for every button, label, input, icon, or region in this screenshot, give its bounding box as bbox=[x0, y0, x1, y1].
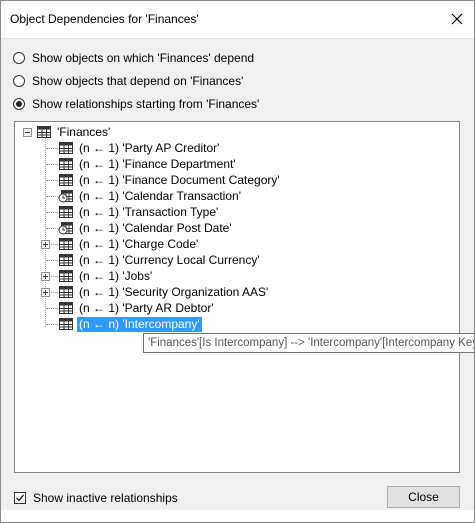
show-inactive-checkbox-row[interactable]: Show inactive relationships bbox=[14, 491, 178, 505]
collapse-toggle-icon[interactable] bbox=[23, 127, 32, 137]
show-inactive-checkbox[interactable] bbox=[14, 492, 26, 504]
relationship-tooltip: 'Finances'[Is Intercompany] --> 'Interco… bbox=[143, 333, 474, 353]
tree-item-label: (n ← n) 'Intercompany' bbox=[77, 316, 202, 332]
title-bar: Object Dependencies for 'Finances' bbox=[1, 1, 474, 39]
table-icon bbox=[58, 285, 74, 299]
tree-item[interactable]: (n ← 1) 'Charge Code' bbox=[58, 236, 200, 252]
relationship-tree[interactable]: 'Finances' (n ← 1) 'Party AP Creditor' (n… bbox=[14, 121, 460, 473]
tree-item-label: (n ← 1) 'Party AR Debtor' bbox=[79, 300, 214, 315]
table-icon bbox=[36, 125, 52, 139]
radio-label: Show relationships starting from 'Financ… bbox=[32, 97, 260, 111]
radio-show-depend-on[interactable]: Show objects on which 'Finances' depend bbox=[13, 49, 254, 67]
tree-connector bbox=[46, 212, 58, 213]
tree-item-label: (n ← 1) 'Calendar Transaction' bbox=[79, 188, 241, 203]
table-icon bbox=[58, 157, 74, 171]
table-icon bbox=[58, 141, 74, 155]
radio-show-dependents[interactable]: Show objects that depend on 'Finances' bbox=[13, 72, 243, 90]
tree-connector bbox=[46, 228, 58, 229]
table-icon bbox=[58, 237, 74, 251]
expand-toggle-icon[interactable] bbox=[41, 272, 50, 281]
tree-item-label: (n ← 1) 'Calendar Post Date' bbox=[79, 220, 232, 235]
tree-root-node[interactable]: 'Finances' bbox=[23, 124, 112, 140]
tree-connector bbox=[46, 196, 58, 197]
radio-button[interactable] bbox=[13, 75, 25, 87]
tree-item[interactable]: (n ← 1) 'Currency Local Currency' bbox=[58, 252, 262, 268]
tree-item-label: (n ← 1) 'Transaction Type' bbox=[79, 204, 219, 219]
tree-item-label: (n ← 1) 'Jobs' bbox=[79, 268, 153, 283]
radio-label: Show objects on which 'Finances' depend bbox=[32, 51, 255, 65]
tree-item-label: (n ← 1) 'Party AP Creditor' bbox=[79, 140, 220, 155]
tree-item-label: (n ← 1) 'Charge Code' bbox=[79, 236, 199, 251]
tree-item-label: (n ← 1) 'Currency Local Currency' bbox=[79, 252, 260, 267]
radio-button[interactable] bbox=[13, 52, 25, 64]
table-icon bbox=[58, 253, 74, 267]
tree-item-label: (n ← 1) 'Finance Department' bbox=[79, 156, 236, 171]
tree-item-label: (n ← 1) 'Security Organization AAS' bbox=[79, 284, 269, 299]
table-icon bbox=[58, 301, 74, 315]
tree-item[interactable]: (n ← 1) 'Finance Department' bbox=[58, 156, 238, 172]
calendar-table-icon bbox=[58, 189, 74, 203]
tree-item[interactable]: (n ← 1) 'Party AP Creditor' bbox=[58, 140, 221, 156]
tree-connector bbox=[46, 260, 58, 261]
expand-toggle-icon[interactable] bbox=[41, 288, 50, 297]
table-icon bbox=[58, 205, 74, 219]
tree-connector bbox=[46, 164, 58, 165]
tree-root-label: 'Finances' bbox=[57, 124, 111, 139]
tree-item[interactable]: (n ← 1) 'Party AR Debtor' bbox=[58, 300, 216, 316]
radio-button-selected[interactable] bbox=[13, 98, 25, 110]
tree-item[interactable]: (n ← 1) 'Transaction Type' bbox=[58, 204, 220, 220]
radio-show-relationships[interactable]: Show relationships starting from 'Financ… bbox=[13, 95, 259, 113]
tree-item[interactable]: (n ← n) 'Intercompany' bbox=[58, 316, 202, 332]
object-dependencies-dialog: Object Dependencies for 'Finances' Show … bbox=[0, 0, 475, 523]
tree-item-label: (n ← 1) 'Finance Document Category' bbox=[79, 172, 280, 187]
calendar-table-icon bbox=[58, 221, 74, 235]
tree-connector bbox=[46, 180, 58, 181]
tree-item[interactable]: (n ← 1) 'Jobs' bbox=[58, 268, 154, 284]
tree-connector bbox=[46, 324, 58, 325]
close-button[interactable]: Close bbox=[387, 486, 460, 508]
window-title: Object Dependencies for 'Finances' bbox=[10, 12, 199, 26]
expand-toggle-icon[interactable] bbox=[41, 240, 50, 249]
tree-item[interactable]: (n ← 1) 'Calendar Transaction' bbox=[58, 188, 243, 204]
tree-item[interactable]: (n ← 1) 'Finance Document Category' bbox=[58, 172, 282, 188]
show-inactive-label: Show inactive relationships bbox=[33, 491, 178, 505]
close-window-icon[interactable] bbox=[445, 8, 469, 30]
radio-label: Show objects that depend on 'Finances' bbox=[32, 74, 244, 88]
table-icon bbox=[58, 269, 74, 283]
tree-item[interactable]: (n ← 1) 'Calendar Post Date' bbox=[58, 220, 234, 236]
table-icon bbox=[58, 317, 74, 331]
tree-connector bbox=[46, 308, 58, 309]
tree-item[interactable]: (n ← 1) 'Security Organization AAS' bbox=[58, 284, 270, 300]
tree-connector bbox=[45, 138, 46, 327]
tree-connector bbox=[46, 148, 58, 149]
table-icon bbox=[58, 173, 74, 187]
